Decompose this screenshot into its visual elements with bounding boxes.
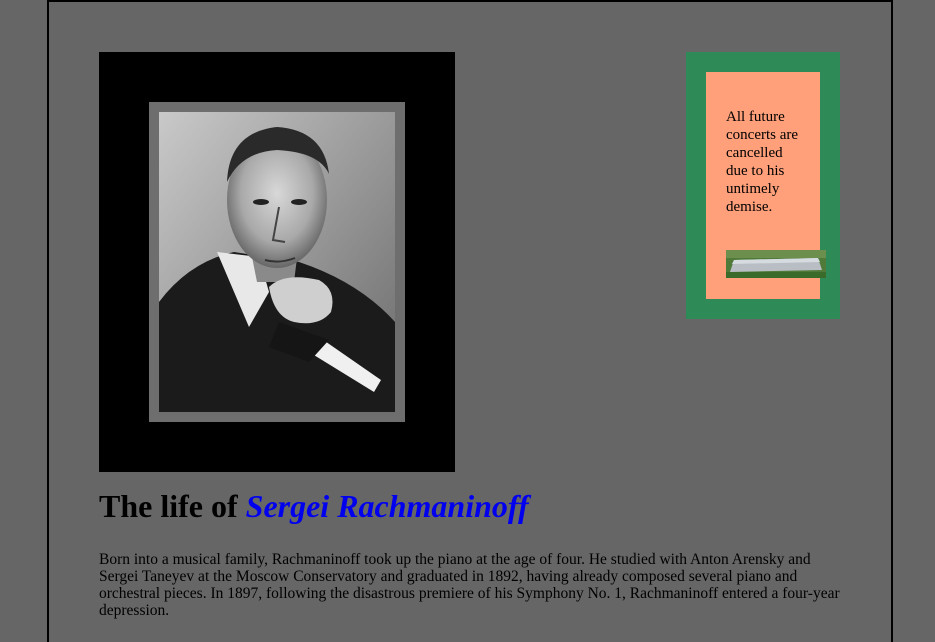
grave-photo-icon	[726, 250, 826, 278]
portrait-frame	[99, 52, 455, 472]
notice-text: All future concerts are cancelled due to…	[726, 109, 799, 215]
notice-inner: All future concerts are cancelled due to…	[706, 72, 826, 299]
notice-box: All future concerts are cancelled due to…	[686, 52, 840, 319]
bio-paragraph: Born into a musical family, Rachmaninoff…	[99, 551, 840, 619]
page-title-prefix: The life of	[99, 488, 246, 524]
page-title-name: Sergei Rachmaninoff	[245, 488, 529, 524]
portrait-photo-icon	[159, 112, 395, 412]
portrait-mat	[149, 102, 405, 422]
page-title: The life of Sergei Rachmaninoff	[99, 488, 529, 525]
